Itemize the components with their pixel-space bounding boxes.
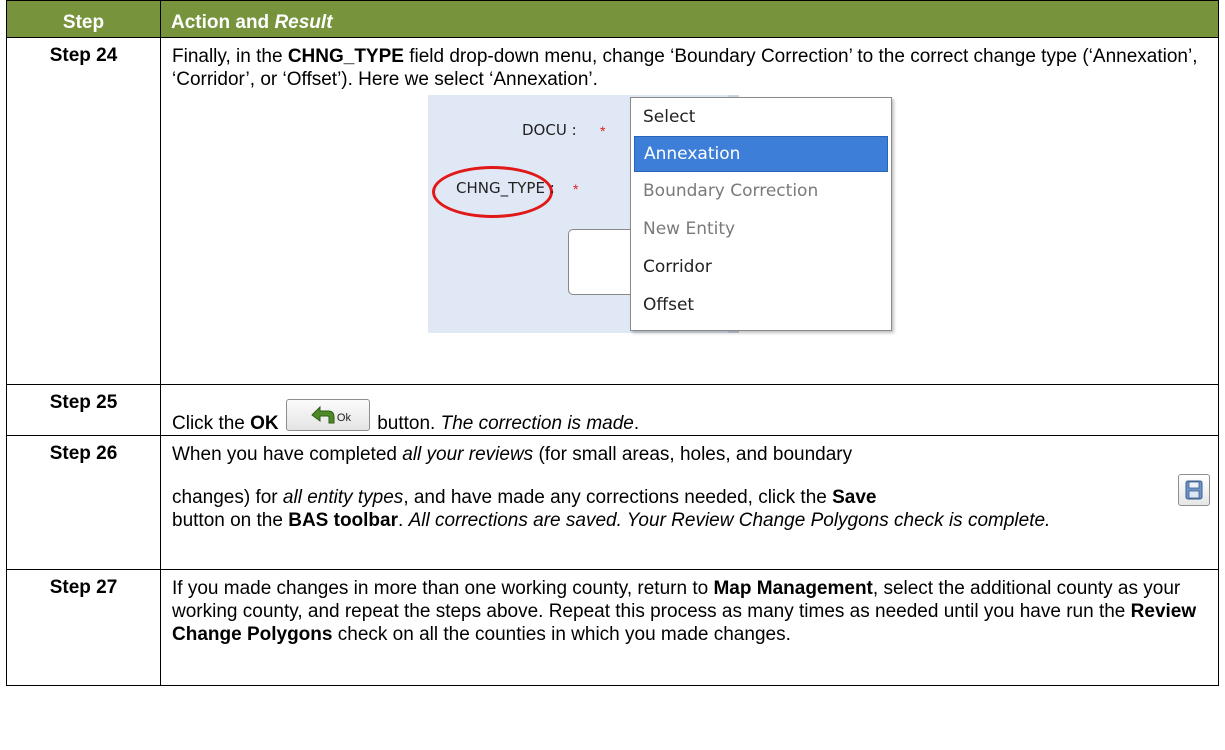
step-25-text: Click the OK Ok button. The correction i… (161, 385, 1218, 435)
step-26-t3: changes) for (172, 487, 283, 508)
step-25-i1: The correction is made (440, 413, 634, 434)
step-25-t2: button. (371, 413, 441, 434)
step-27-content: If you made changes in more than one wor… (160, 569, 1219, 686)
step-27-text: If you made changes in more than one wor… (161, 570, 1218, 646)
ok-arrow-icon (311, 405, 335, 424)
step-25-b1: OK (250, 413, 279, 434)
step-26-t4: , and have made any corrections needed, … (403, 487, 833, 508)
step-26-t1: When you have completed (172, 444, 403, 465)
step-26-b1: Save (832, 487, 877, 508)
step-26-i2: all entity types (282, 487, 404, 508)
step-25-t1: Click the (172, 413, 251, 434)
step-26-line3: button on the BAS toolbar. All correctio… (172, 509, 1206, 532)
step-27-t1: If you made changes in more than one wor… (172, 578, 714, 599)
table-row: Step 27 If you made changes in more than… (6, 569, 1219, 686)
table-row: Step 26 When you have completed all your… (6, 435, 1219, 570)
step-25-t3: . (633, 413, 640, 434)
step-26-i3: All corrections are saved. Your Review C… (408, 510, 1051, 531)
step-24-b1: CHNG_TYPE (287, 46, 404, 67)
table-row: Step 24 Finally, in the CHNG_TYPE field … (6, 37, 1219, 385)
step-24-text: Finally, in the CHNG_TYPE field drop-dow… (161, 38, 1218, 91)
save-disk-icon (1185, 480, 1203, 500)
step-26-label: Step 26 (6, 435, 161, 570)
step-26-b2: BAS toolbar (288, 510, 398, 531)
step-26-text: When you have completed all your reviews… (161, 436, 1218, 532)
header-step: Step (6, 0, 161, 38)
header-action-prefix: Action and (171, 12, 275, 33)
chng-type-label: CHNG_TYPE : (456, 179, 555, 197)
option-boundary-correction[interactable]: Boundary Correction (631, 172, 891, 210)
option-annexation[interactable]: Annexation (634, 136, 888, 172)
step-26-t6: . (398, 510, 409, 531)
step-26-t5: button on the (172, 510, 289, 531)
option-select[interactable]: Select (631, 98, 891, 136)
step-26-i1: all your reviews (402, 444, 534, 465)
dropdown-screenshot: DOCU : * CHNG_TYPE : * Select Annexation… (428, 95, 892, 333)
step-26-line2: changes) for all entity types, and have … (172, 486, 1206, 509)
change-type-dropdown-menu[interactable]: Select Annexation Boundary Correction Ne… (630, 97, 892, 331)
save-button[interactable] (1178, 474, 1210, 506)
ok-button[interactable]: Ok (285, 399, 370, 431)
step-25-content: Click the OK Ok button. The correction i… (160, 384, 1219, 436)
table-header-row: Step Action and Result (6, 0, 1219, 38)
option-offset[interactable]: Offset (631, 286, 891, 324)
step-27-b1: Map Management (713, 578, 873, 599)
step-27-label: Step 27 (6, 569, 161, 686)
chng-type-required-star: * (573, 181, 579, 197)
step-27-t3: check on all the counties in which you m… (332, 624, 791, 645)
ok-button-label: Ok (336, 412, 351, 424)
option-corridor[interactable]: Corridor (631, 248, 891, 286)
header-action: Action and Result (160, 0, 1219, 38)
step-24-content: Finally, in the CHNG_TYPE field drop-dow… (160, 37, 1219, 385)
step-26-line1: When you have completed all your reviews… (172, 443, 1206, 466)
docu-required-star: * (600, 123, 606, 139)
step-25-label: Step 25 (6, 384, 161, 436)
step-26-t2: (for small areas, holes, and boundary (533, 444, 853, 465)
option-new-entity[interactable]: New Entity (631, 210, 891, 248)
docu-label: DOCU : (522, 121, 577, 139)
step-26-content: When you have completed all your reviews… (160, 435, 1219, 570)
header-action-result: Result (274, 12, 333, 33)
step-24-label: Step 24 (6, 37, 161, 385)
table-row: Step 25 Click the OK Ok button. The corr… (6, 384, 1219, 436)
steps-table: Step Action and Result Step 24 Finally, … (6, 0, 1219, 686)
step-24-t1: Finally, in the (172, 46, 288, 67)
